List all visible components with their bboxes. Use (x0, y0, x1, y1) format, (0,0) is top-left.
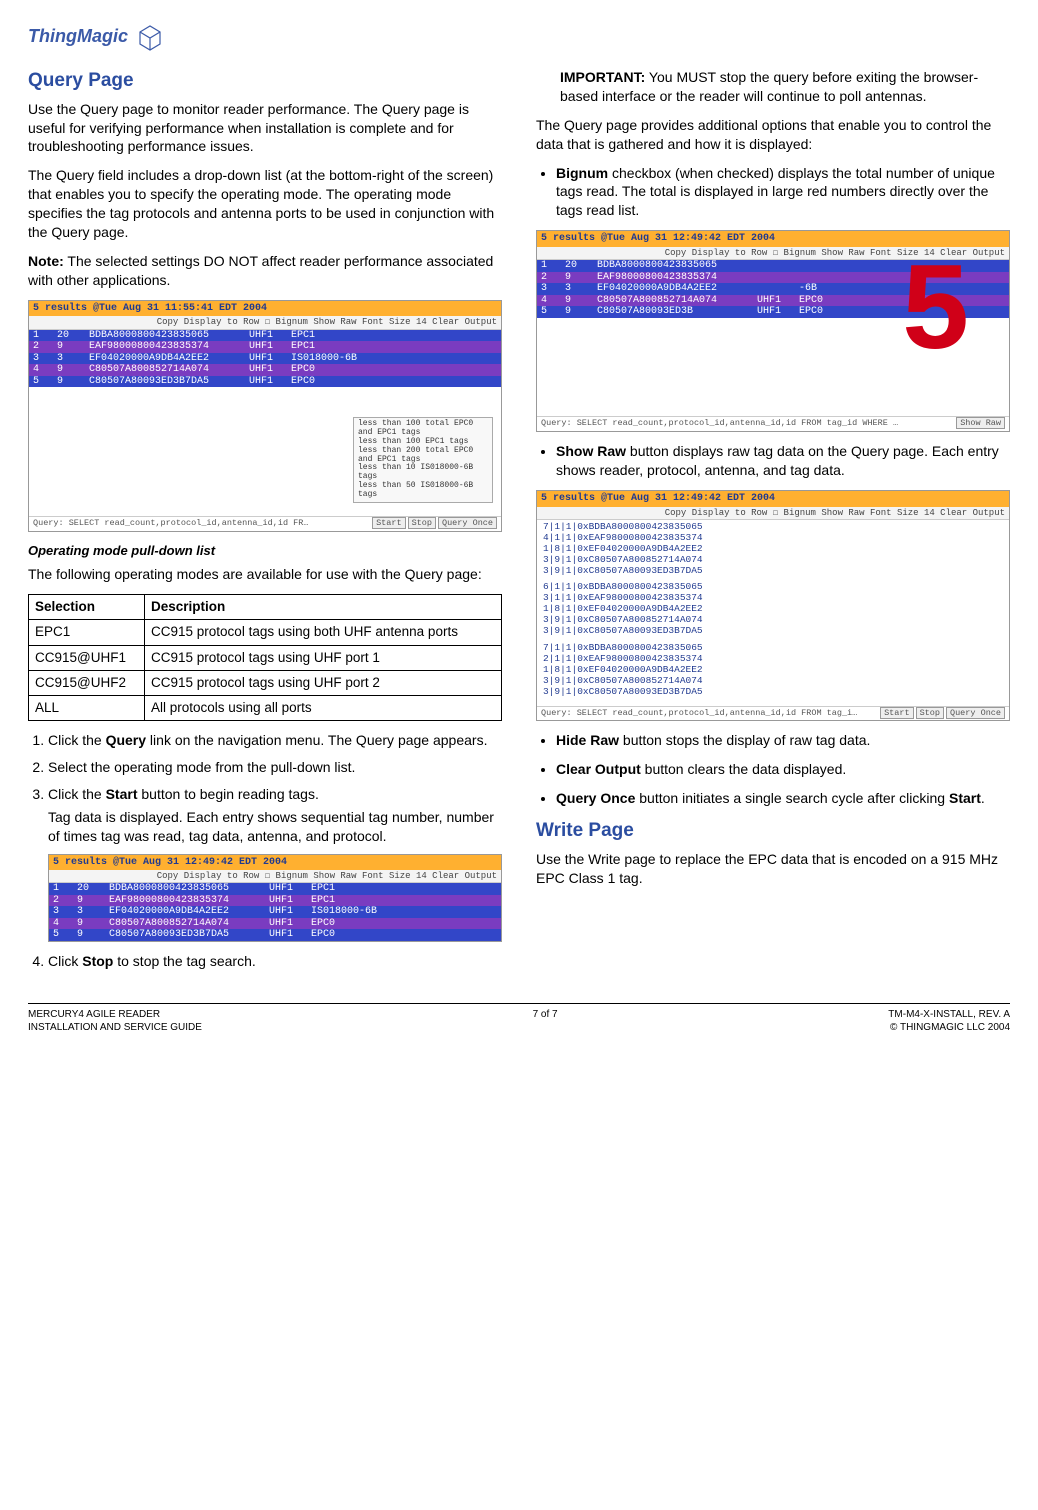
note-label: Note: (28, 253, 64, 269)
bullet-bignum: Bignum checkbox (when checked) displays … (556, 164, 1010, 221)
query-page-title: Query Page (28, 68, 502, 94)
modes-intro: The following operating modes are availa… (28, 565, 502, 584)
step-3: Click the Start button to begin reading … (48, 785, 502, 942)
bullet-hideraw: Hide Raw button stops the display of raw… (556, 731, 1010, 750)
footer-page-number: 7 of 7 (202, 1008, 888, 1022)
important-label: IMPORTANT: (560, 69, 645, 85)
step-2: Select the operating mode from the pull-… (48, 758, 502, 777)
write-page-text: Use the Write page to replace the EPC da… (536, 850, 1010, 888)
table-row: EPC1CC915 protocol tags using both UHF a… (29, 620, 502, 645)
table-header-description: Description (145, 595, 502, 620)
table-row: CC915@UHF1CC915 protocol tags using UHF … (29, 645, 502, 670)
bullet-showraw: Show Raw button displays raw tag data on… (556, 442, 1010, 480)
table-header-selection: Selection (29, 595, 145, 620)
shot2-header: 5 results @Tue Aug 31 12:49:42 EDT 2004 (49, 855, 501, 871)
left-column: Query Page Use the Query page to monitor… (28, 58, 502, 979)
options-intro: The Query page provides additional optio… (536, 116, 1010, 154)
screenshot-operating-mode: 5 results @Tue Aug 31 11:55:41 EDT 2004 … (28, 300, 502, 532)
step-3-sub: Tag data is displayed. Each entry shows … (48, 808, 502, 846)
shot1-buttons: StartStopQuery Once (370, 519, 497, 529)
logo-icon (134, 20, 166, 52)
shot4-header: 5 results @Tue Aug 31 12:49:42 EDT 2004 (537, 491, 1009, 507)
operating-modes-table: Selection Description EPC1CC915 protocol… (28, 594, 502, 721)
screenshot-showraw: 5 results @Tue Aug 31 12:49:42 EDT 2004 … (536, 490, 1010, 721)
query-intro-1: Use the Query page to monitor reader per… (28, 100, 502, 157)
bullet-clear: Clear Output button clears the data disp… (556, 760, 1010, 779)
right-column: IMPORTANT: You MUST stop the query befor… (536, 58, 1010, 979)
shot4-toolbar: Copy Display to Row ☐ Bignum Show Raw Fo… (537, 507, 1009, 520)
step-1: Click the Query link on the navigation m… (48, 731, 502, 750)
shot4-query: Query: SELECT read_count,protocol_id,ant… (541, 709, 861, 719)
shot1-toolbar: Copy Display to Row ☐ Bignum Show Raw Fo… (29, 316, 501, 329)
steps-list: Click the Query link on the navigation m… (28, 731, 502, 971)
shot1-header: 5 results @Tue Aug 31 11:55:41 EDT 2004 (29, 301, 501, 317)
caption-operating-mode: Operating mode pull-down list (28, 542, 502, 560)
shot4-raw: 7|1|1|0xBDBA8000800423835065 4|1|1|0xEAF… (537, 520, 1009, 706)
step-4: Click Stop to stop the tag search. (48, 952, 502, 971)
logo-text: ThingMagic (28, 24, 128, 48)
shot1-rows: 120BDBA8000800423835065UHF1EPC1 29EAF980… (29, 330, 501, 388)
write-page-title: Write Page (536, 818, 1010, 844)
bignum-value: 5 (902, 259, 969, 355)
shot2-rows: 120BDBA8000800423835065UHF1EPC1 29EAF980… (49, 883, 501, 941)
note-text: The selected settings DO NOT affect read… (28, 253, 493, 288)
footer-left: MERCURY4 AGILE READER INSTALLATION AND S… (28, 1008, 202, 1035)
important-note: IMPORTANT: You MUST stop the query befor… (560, 68, 1010, 106)
table-row: CC915@UHF2CC915 protocol tags using UHF … (29, 670, 502, 695)
footer-right: TM-M4-X-INSTALL, REV. A © THINGMAGIC LLC… (888, 1008, 1010, 1035)
shot3-query: Query: SELECT read_count,protocol_id,ant… (541, 419, 901, 429)
page-footer: MERCURY4 AGILE READER INSTALLATION AND S… (28, 1003, 1010, 1035)
table-row: ALLAll protocols using all ports (29, 695, 502, 720)
shot1-infobox: less than 100 total EPC0 and EPC1 tags l… (353, 417, 493, 502)
screenshot-tag-data: 5 results @Tue Aug 31 12:49:42 EDT 2004 … (48, 854, 502, 942)
shot2-toolbar: Copy Display to Row ☐ Bignum Show Raw Fo… (49, 870, 501, 883)
query-intro-2: The Query field includes a drop-down lis… (28, 166, 502, 242)
logo: ThingMagic (28, 20, 1010, 52)
screenshot-bignum: 5 results @Tue Aug 31 12:49:42 EDT 2004 … (536, 230, 1010, 432)
shot1-query: Query: SELECT read_count,protocol_id,ant… (33, 519, 313, 529)
bullet-queryonce: Query Once button initiates a single sea… (556, 789, 1010, 808)
query-note: Note: The selected settings DO NOT affec… (28, 252, 502, 290)
